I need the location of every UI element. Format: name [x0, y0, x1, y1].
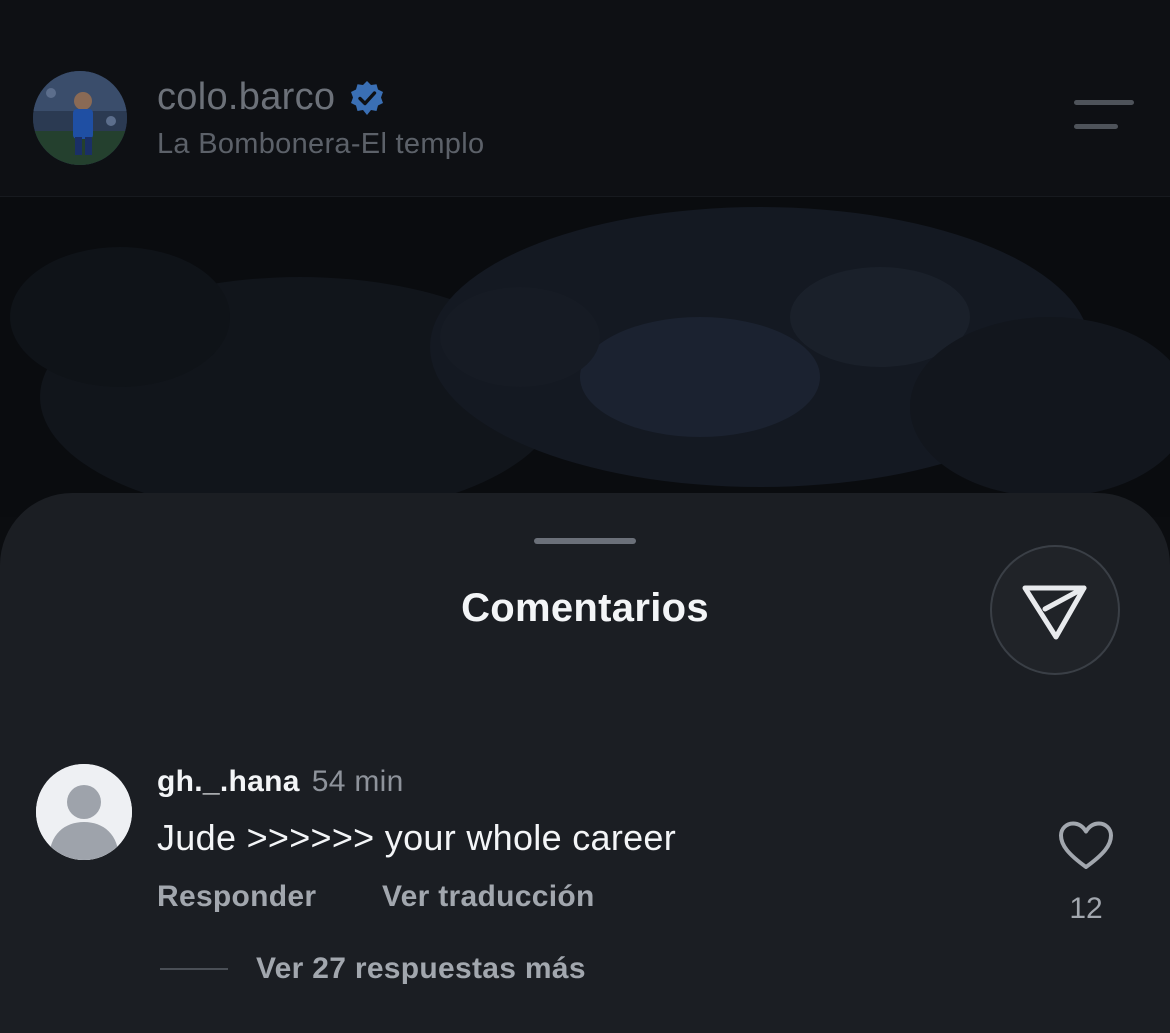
comment-text: Jude >>>>>> your whole career [157, 817, 677, 858]
post-username[interactable]: colo.barco [157, 76, 335, 119]
commenter-avatar[interactable] [36, 764, 132, 860]
default-avatar-icon [36, 764, 132, 860]
post-location[interactable]: La Bombonera-El templo [157, 128, 484, 161]
share-button[interactable] [990, 545, 1120, 675]
menu-icon[interactable] [1068, 96, 1138, 136]
heart-icon[interactable] [1058, 820, 1114, 872]
send-icon [1022, 585, 1087, 640]
comment-time: 54 min [311, 765, 404, 798]
reply-button[interactable]: Responder [157, 880, 316, 914]
like-count: 12 [1069, 892, 1103, 925]
profile-avatar[interactable] [33, 71, 127, 165]
comment-username[interactable]: gh._.hana [157, 765, 300, 799]
menu-line [1074, 100, 1134, 105]
post-header: colo.barco La Bombonera-El templo [0, 0, 1170, 197]
menu-line [1074, 124, 1118, 129]
view-replies-button[interactable]: Ver 27 respuestas más [256, 952, 586, 986]
comment-meta: gh._.hana 54 min [157, 765, 404, 799]
verified-badge-icon [349, 80, 385, 116]
username-row: colo.barco [157, 76, 385, 119]
replies-divider [160, 968, 228, 970]
post-image [0, 197, 1170, 517]
avatar-photo [33, 71, 127, 165]
sheet-drag-handle[interactable] [534, 538, 636, 544]
see-translation-button[interactable]: Ver traducción [382, 880, 595, 914]
